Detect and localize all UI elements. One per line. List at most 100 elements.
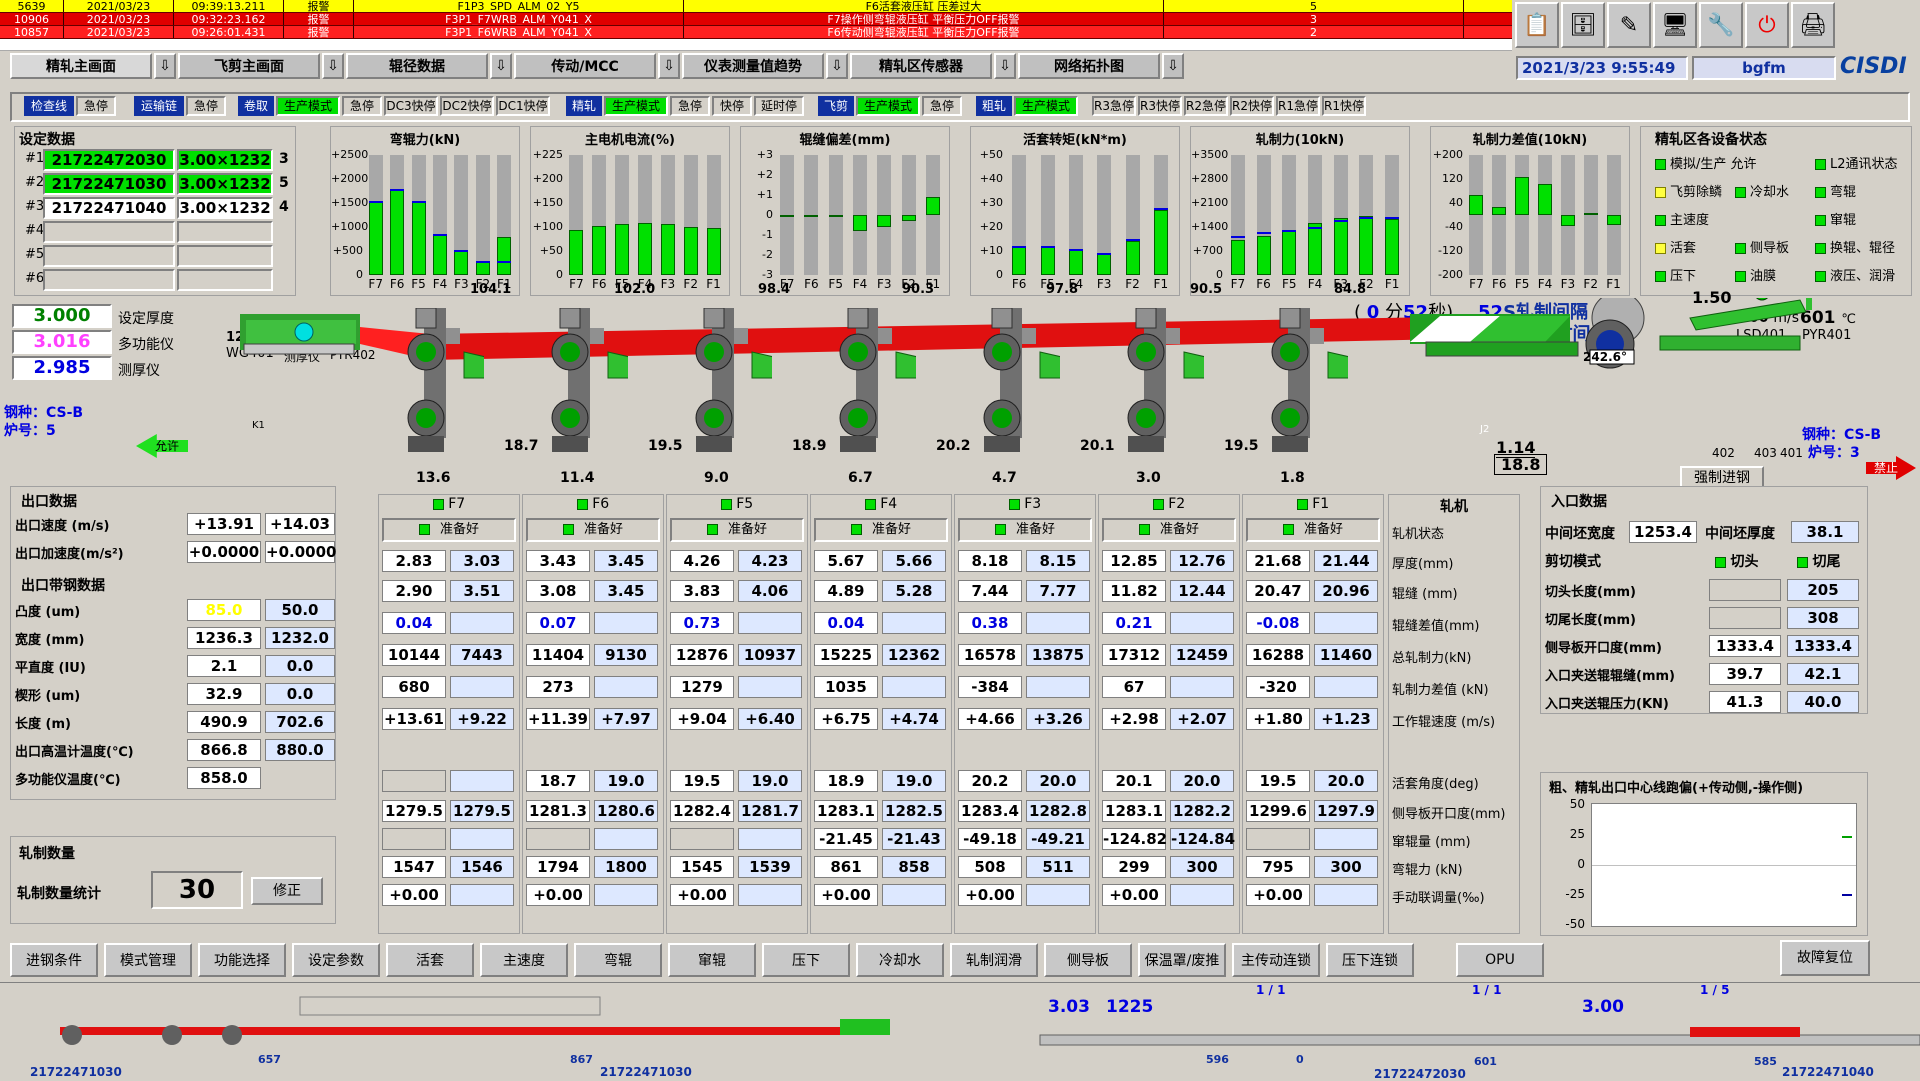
stand-cell-act: 861 <box>814 856 878 878</box>
alarm-row[interactable]: 10857 2021/03/23 09:26:01.431 报警 F3P1_F6WRB_… <box>0 26 1512 39</box>
fault-reset-button[interactable]: 故障复位 <box>1780 940 1870 976</box>
exit-strip-value-a: 2.1 <box>187 655 261 677</box>
power-icon[interactable]: ⏻ <box>1745 2 1789 48</box>
bottom-button-7[interactable]: 窜辊 <box>668 943 756 977</box>
strip-15: 飞剪 <box>818 96 854 116</box>
setrow-id[interactable] <box>43 221 175 243</box>
chart-bar <box>1560 215 1575 227</box>
ov-v3: 3.00 <box>1582 997 1624 1017</box>
setrow-id[interactable] <box>43 269 175 291</box>
stand-exit-thickness: 13.6 <box>416 470 451 486</box>
exit-strip-value-b: 0.0 <box>265 683 335 705</box>
roll-402: 402 <box>1712 446 1735 460</box>
setrow-size: 3.00×1232 <box>177 173 273 195</box>
equip-label: 主速度 <box>1670 213 1710 228</box>
strip-19: 生产模式 <box>1014 96 1078 116</box>
equip-led <box>1815 215 1826 226</box>
chart-cat-label: F4 <box>432 277 448 291</box>
chart-bar <box>1359 215 1374 275</box>
bottom-button-0[interactable]: 进钢条件 <box>10 943 98 977</box>
count-panel: 轧制数量 轧制数量统计 30 修正 <box>10 836 336 924</box>
bottom-button-9[interactable]: 冷却水 <box>856 943 944 977</box>
equip-label: 冷却水 <box>1750 185 1790 200</box>
setrow-id[interactable] <box>43 245 175 267</box>
alarm-list[interactable]: 5639 2021/03/23 09:39:13.211 报警 F1P3_SPD_ALM… <box>0 0 1512 52</box>
exit-strip-value-b: 702.6 <box>265 711 335 733</box>
chart-tick: +30 <box>979 196 1003 209</box>
nav-arrow-icon[interactable]: ⇩ <box>658 53 680 79</box>
chart-cat-label: F7 <box>368 277 383 291</box>
setrow-id[interactable]: 21722471040 <box>43 197 175 219</box>
chart-setpoint <box>475 260 490 263</box>
stand-header: F1 <box>1242 496 1384 512</box>
exit-strip-title: 出口带钢数据 <box>21 578 105 594</box>
stand-cell-set <box>450 770 514 792</box>
bottom-button-5[interactable]: 主速度 <box>480 943 568 977</box>
stand-cell-act: 1547 <box>382 856 446 878</box>
equip-item: 主速度 <box>1655 209 1709 228</box>
report-icon[interactable]: 📋 <box>1515 2 1559 48</box>
strip-7: DC3快停 <box>384 96 438 116</box>
nav-2[interactable]: 辊径数据 <box>346 53 488 79</box>
nav-arrow-icon[interactable]: ⇩ <box>1162 53 1184 79</box>
stand-cell-act <box>670 828 734 850</box>
bottom-button-2[interactable]: 功能选择 <box>198 943 286 977</box>
nav-arrow-icon[interactable]: ⇩ <box>994 53 1016 79</box>
monitor-icon[interactable]: 🖥 <box>1653 2 1697 48</box>
setrow-id[interactable]: 21722472030 <box>43 149 175 171</box>
ov-r2: 1 / 1 <box>1472 983 1502 997</box>
chart-setpoint <box>454 250 469 253</box>
nav-5[interactable]: 精轧区传感器 <box>850 53 992 79</box>
chart-tick: -3 <box>762 268 773 281</box>
furnace-no: 炉号：5 <box>4 423 56 439</box>
nav-arrow-icon[interactable]: ⇩ <box>322 53 344 79</box>
stand-top-value: 97.8 <box>1046 282 1079 297</box>
bottom-button-10[interactable]: 轧制润滑 <box>950 943 1038 977</box>
stand-cell-set: 4.23 <box>738 550 802 572</box>
bottom-button-11[interactable]: 侧导板 <box>1044 943 1132 977</box>
nav-arrow-icon[interactable]: ⇩ <box>154 53 176 79</box>
printer-icon[interactable]: 🖨 <box>1791 2 1835 48</box>
chart-cat-label: F2 <box>683 277 698 291</box>
bottom-button-8[interactable]: 压下 <box>762 943 850 977</box>
bottom-button-12[interactable]: 保温罩/废推 <box>1138 943 1226 977</box>
nav-arrow-icon[interactable]: ⇩ <box>826 53 848 79</box>
centerline-tick: 25 <box>1569 827 1585 841</box>
stand-cell-set: +3.26 <box>1026 708 1090 730</box>
stand-cell-set: 1282.8 <box>1026 800 1090 822</box>
nav-6[interactable]: 网络拓扑图 <box>1018 53 1160 79</box>
edit-icon[interactable]: ✎ <box>1607 2 1651 48</box>
nav-4[interactable]: 仪表测量值趋势 <box>682 53 824 79</box>
nav-3[interactable]: 传动/MCC <box>514 53 656 79</box>
nav-1[interactable]: 飞剪主画面 <box>178 53 320 79</box>
bottom-button-1[interactable]: 模式管理 <box>104 943 192 977</box>
nav-0[interactable]: 精轧主画面 <box>10 53 152 79</box>
stand-exit-thickness: 6.7 <box>848 470 873 486</box>
setrow-id[interactable]: 21722471030 <box>43 173 175 195</box>
alarm-row[interactable]: 5639 2021/03/23 09:39:13.211 报警 F1P3_SPD_ALM… <box>0 0 1512 13</box>
chart-cat-label: F2 <box>1125 277 1140 291</box>
bottom-button-14[interactable]: 压下连锁 <box>1326 943 1414 977</box>
chart-tick: +20 <box>979 220 1003 233</box>
exit-value-b: +0.0000 <box>265 541 337 563</box>
database-icon[interactable]: 🗄 <box>1561 2 1605 48</box>
nav-arrow-icon[interactable]: ⇩ <box>490 53 512 79</box>
alarm-row[interactable]: 10906 2021/03/23 09:32:23.162 报警 F3P1_F7WRB_… <box>0 13 1512 26</box>
tail-label: 切尾 <box>1812 554 1841 570</box>
bottom-button-3[interactable]: 设定参数 <box>292 943 380 977</box>
chart-tick: 0 <box>996 268 1003 281</box>
stand-cell-set: +2.07 <box>1170 708 1234 730</box>
bottom-button-13[interactable]: 主传动连锁 <box>1232 943 1320 977</box>
equip-led <box>1655 159 1666 170</box>
bottom-button-6[interactable]: 弯辊 <box>574 943 662 977</box>
stand-status-label: 准备好 <box>1303 522 1343 537</box>
chart-tick: -200 <box>1438 268 1463 281</box>
bottom-button-4[interactable]: 活套 <box>386 943 474 977</box>
strip-11: 生产模式 <box>604 96 668 116</box>
chart-tick: +1400 <box>1191 220 1229 233</box>
opu-manual-button[interactable]: OPU Manual <box>1456 943 1544 998</box>
correct-button[interactable]: 修正 <box>251 877 323 905</box>
centerline-title: 粗、精轧出口中心线跑偏(+传动侧,-操作侧) <box>1549 781 1804 796</box>
stand-cell-act: 1794 <box>526 856 590 878</box>
tools-icon[interactable]: 🔧 <box>1699 2 1743 48</box>
